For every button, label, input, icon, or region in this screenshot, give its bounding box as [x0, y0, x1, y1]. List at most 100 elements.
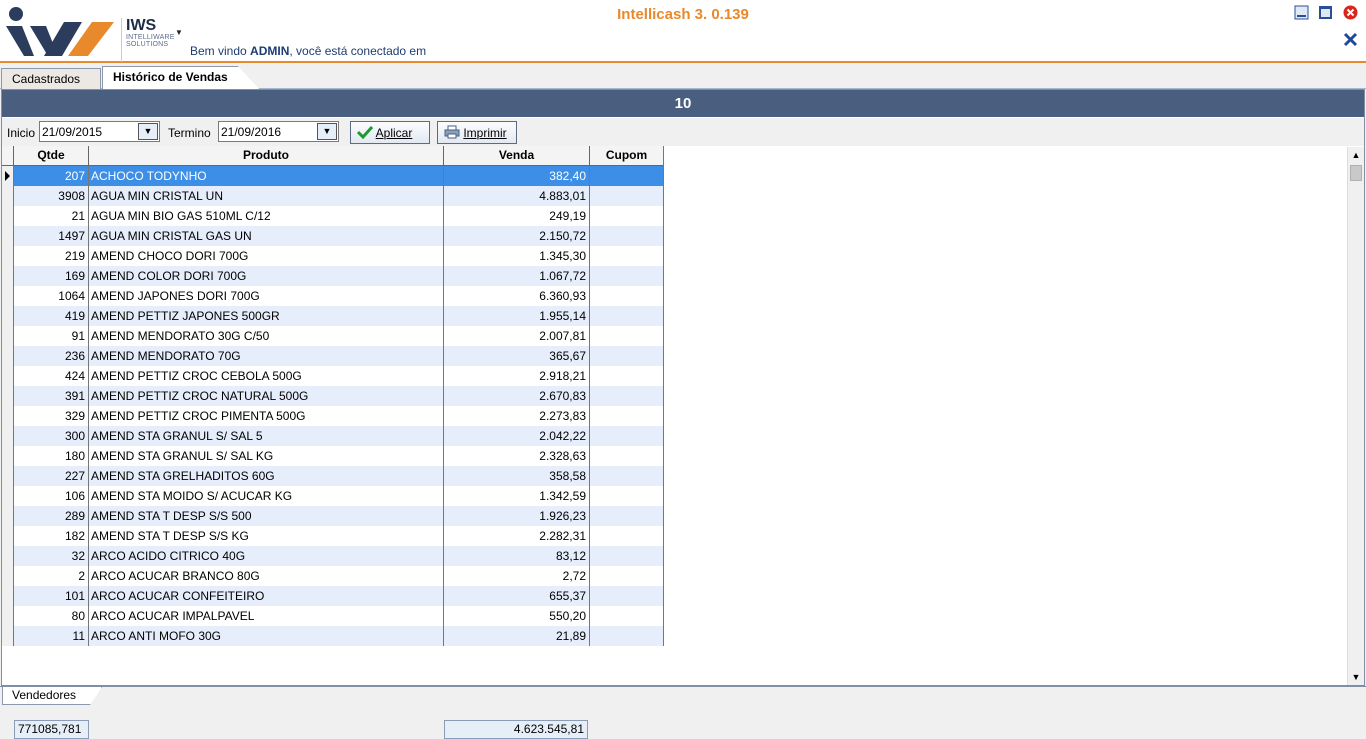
- table-row[interactable]: 91 AMEND MENDORATO 30G C/50 2.007,81: [2, 326, 663, 346]
- table-row[interactable]: 1064 AMEND JAPONES DORI 700G 6.360,93: [2, 286, 663, 306]
- table-row[interactable]: 219 AMEND CHOCO DORI 700G 1.345,30: [2, 246, 663, 266]
- cell-venda: 1.342,59: [444, 486, 590, 506]
- cell-produto: AMEND MENDORATO 70G: [89, 346, 444, 366]
- cell-produto: AMEND PETTIZ JAPONES 500GR: [89, 306, 444, 326]
- termino-date-field[interactable]: 21/09/2016 ▼: [218, 121, 339, 142]
- scroll-up-icon[interactable]: ▲: [1348, 147, 1364, 163]
- col-produto[interactable]: Produto: [89, 146, 444, 166]
- tab-vendedores[interactable]: Vendedores: [2, 687, 102, 705]
- cell-cupom: [590, 226, 664, 246]
- checkmark-icon: [356, 125, 374, 140]
- row-indicator[interactable]: [2, 506, 14, 526]
- table-row[interactable]: 289 AMEND STA T DESP S/S 500 1.926,23: [2, 506, 663, 526]
- row-indicator[interactable]: [2, 266, 14, 286]
- row-indicator[interactable]: [2, 366, 14, 386]
- row-indicator[interactable]: [2, 426, 14, 446]
- apply-button[interactable]: Aplicar: [350, 121, 430, 144]
- cell-produto: AMEND CHOCO DORI 700G: [89, 246, 444, 266]
- menu-caret-icon[interactable]: ▼: [175, 28, 183, 37]
- termino-label: Termino: [168, 126, 211, 140]
- cell-qtde: 419: [14, 306, 89, 326]
- table-row[interactable]: 419 AMEND PETTIZ JAPONES 500GR 1.955,14: [2, 306, 663, 326]
- cell-produto: AMEND STA T DESP S/S 500: [89, 506, 444, 526]
- row-indicator[interactable]: [2, 226, 14, 246]
- table-row[interactable]: 101 ARCO ACUCAR CONFEITEIRO 655,37: [2, 586, 663, 606]
- row-indicator[interactable]: [2, 466, 14, 486]
- cell-cupom: [590, 386, 664, 406]
- calendar-dropdown-icon[interactable]: ▼: [138, 123, 158, 140]
- row-indicator[interactable]: [2, 306, 14, 326]
- welcome-text: Bem vindo ADMIN, você está conectado em: [190, 44, 426, 58]
- tab-historico-vendas[interactable]: Histórico de Vendas: [102, 66, 260, 90]
- table-row[interactable]: 329 AMEND PETTIZ CROC PIMENTA 500G 2.273,8…: [2, 406, 663, 426]
- row-indicator[interactable]: [2, 326, 14, 346]
- row-indicator[interactable]: [2, 346, 14, 366]
- calendar-dropdown-icon[interactable]: ▼: [317, 123, 337, 140]
- table-row[interactable]: 21 AGUA MIN BIO GAS 510ML C/12 249,19: [2, 206, 663, 226]
- table-row[interactable]: 32 ARCO ACIDO CITRICO 40G 83,12: [2, 546, 663, 566]
- inicio-date-field[interactable]: 21/09/2015 ▼: [39, 121, 160, 142]
- welcome-user: ADMIN: [250, 44, 290, 58]
- row-indicator[interactable]: [2, 446, 14, 466]
- table-row[interactable]: 2 ARCO ACUCAR BRANCO 80G 2,72: [2, 566, 663, 586]
- cell-cupom: [590, 426, 664, 446]
- cell-venda: 21,89: [444, 626, 590, 646]
- close-x-icon[interactable]: [1343, 32, 1358, 47]
- cell-venda: 358,58: [444, 466, 590, 486]
- brand-block: IWS INTELLIWARE SOLUTIONS: [121, 18, 174, 62]
- table-row[interactable]: 424 AMEND PETTIZ CROC CEBOLA 500G 2.918,21: [2, 366, 663, 386]
- vertical-scrollbar[interactable]: ▲ ▼: [1347, 147, 1364, 685]
- maximize-icon[interactable]: [1318, 5, 1333, 20]
- scroll-thumb[interactable]: [1350, 165, 1362, 181]
- minimize-icon[interactable]: [1294, 5, 1309, 20]
- cell-produto: ARCO ANTI MOFO 30G: [89, 626, 444, 646]
- tab-cadastrados[interactable]: Cadastrados: [1, 68, 101, 89]
- table-row[interactable]: 300 AMEND STA GRANUL S/ SAL 5 2.042,22: [2, 426, 663, 446]
- cell-venda: 2,72: [444, 566, 590, 586]
- table-row[interactable]: 180 AMEND STA GRANUL S/ SAL KG 2.328,63: [2, 446, 663, 466]
- cell-produto: ARCO ACUCAR CONFEITEIRO: [89, 586, 444, 606]
- close-icon[interactable]: [1343, 5, 1358, 20]
- row-indicator[interactable]: [2, 526, 14, 546]
- cell-qtde: 182: [14, 526, 89, 546]
- brand-sub-2: SOLUTIONS: [126, 41, 169, 48]
- print-button[interactable]: Imprimir: [437, 121, 517, 144]
- row-indicator[interactable]: [2, 286, 14, 306]
- table-row[interactable]: 207 ACHOCO TODYNHO 382,40: [2, 166, 663, 186]
- col-cupom[interactable]: Cupom: [590, 146, 664, 166]
- table-row[interactable]: 391 AMEND PETTIZ CROC NATURAL 500G 2.670,8…: [2, 386, 663, 406]
- table-row[interactable]: 236 AMEND MENDORATO 70G 365,67: [2, 346, 663, 366]
- cell-produto: AMEND MENDORATO 30G C/50: [89, 326, 444, 346]
- row-indicator-icon[interactable]: [2, 166, 14, 186]
- table-row[interactable]: 182 AMEND STA T DESP S/S KG 2.282,31: [2, 526, 663, 546]
- cell-cupom: [590, 486, 664, 506]
- cell-produto: AMEND JAPONES DORI 700G: [89, 286, 444, 306]
- cell-qtde: 1064: [14, 286, 89, 306]
- col-venda[interactable]: Venda: [444, 146, 590, 166]
- table-row[interactable]: 11 ARCO ANTI MOFO 30G 21,89: [2, 626, 663, 646]
- table-row[interactable]: 106 AMEND STA MOIDO S/ ACUCAR KG 1.342,59: [2, 486, 663, 506]
- row-indicator[interactable]: [2, 566, 14, 586]
- row-indicator[interactable]: [2, 486, 14, 506]
- cell-cupom: [590, 546, 664, 566]
- row-indicator[interactable]: [2, 406, 14, 426]
- row-indicator[interactable]: [2, 246, 14, 266]
- row-indicator[interactable]: [2, 626, 14, 646]
- row-indicator[interactable]: [2, 206, 14, 226]
- cell-cupom: [590, 266, 664, 286]
- row-indicator[interactable]: [2, 386, 14, 406]
- scroll-down-icon[interactable]: ▼: [1348, 669, 1364, 685]
- row-indicator[interactable]: [2, 606, 14, 626]
- row-indicator[interactable]: [2, 186, 14, 206]
- col-qtde[interactable]: Qtde: [14, 146, 89, 166]
- table-row[interactable]: 227 AMEND STA GRELHADITOS 60G 358,58: [2, 466, 663, 486]
- table-row[interactable]: 3908 AGUA MIN CRISTAL UN 4.883,01: [2, 186, 663, 206]
- table-row[interactable]: 1497 AGUA MIN CRISTAL GAS UN 2.150,72: [2, 226, 663, 246]
- cell-venda: 2.918,21: [444, 366, 590, 386]
- cell-cupom: [590, 166, 664, 186]
- table-row[interactable]: 169 AMEND COLOR DORI 700G 1.067,72: [2, 266, 663, 286]
- row-indicator[interactable]: [2, 586, 14, 606]
- table-row[interactable]: 80 ARCO ACUCAR IMPALPAVEL 550,20: [2, 606, 663, 626]
- cell-produto: AMEND STA GRANUL S/ SAL KG: [89, 446, 444, 466]
- row-indicator[interactable]: [2, 546, 14, 566]
